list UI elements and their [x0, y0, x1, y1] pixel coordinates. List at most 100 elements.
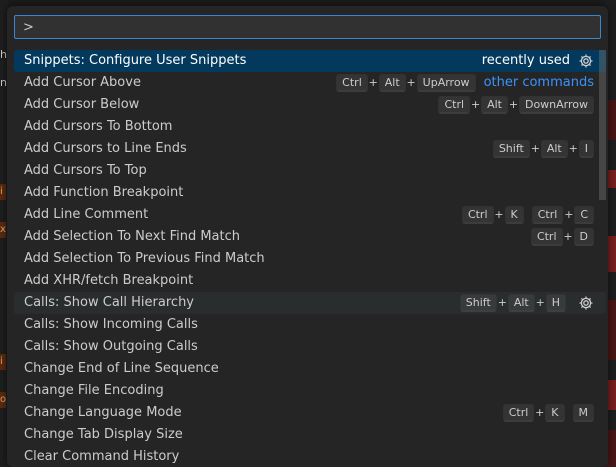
command-row[interactable]: Calls: Show Incoming Calls	[14, 314, 606, 336]
keybinding: M	[572, 404, 594, 422]
command-meta: Shift + Alt + H	[459, 292, 594, 314]
editor-highlight-mark: o	[0, 392, 6, 408]
command-row[interactable]: Change Language Mode Ctrl + K M	[14, 402, 606, 424]
key-cap: Shift	[492, 140, 530, 158]
key-separator: +	[530, 142, 540, 155]
command-row[interactable]: Snippets: Configure User Snippets recentl…	[14, 50, 606, 72]
recently-used-tag: recently used	[481, 53, 570, 68]
command-row[interactable]: Add Line Comment Ctrl + K Ctrl + C	[14, 204, 606, 226]
command-meta: Ctrl + Alt + DownArrow	[438, 94, 594, 116]
command-row[interactable]: Calls: Show Outgoing Calls	[14, 336, 606, 358]
key-separator: +	[563, 230, 573, 243]
command-row[interactable]: Change End of Line Sequence	[14, 358, 606, 380]
key-cap: K	[504, 206, 524, 224]
command-label: Snippets: Configure User Snippets	[24, 53, 247, 68]
command-label: Add Cursors to Line Ends	[24, 141, 187, 156]
keybinding: Ctrl + K	[502, 402, 565, 424]
command-row[interactable]: Clear Command History	[14, 446, 606, 467]
key-cap: Ctrl	[531, 206, 564, 224]
command-palette: Snippets: Configure User Snippets recentl…	[7, 6, 608, 467]
key-cap: DownArrow	[518, 96, 594, 114]
command-meta: Shift + Alt + I	[492, 138, 594, 160]
command-label: Calls: Show Outgoing Calls	[24, 339, 198, 354]
command-label: Add Cursors To Bottom	[24, 119, 173, 134]
gear-icon[interactable]	[578, 295, 594, 311]
key-cap: Alt	[481, 96, 508, 114]
command-row[interactable]: Add Cursors To Top	[14, 160, 606, 182]
key-separator: +	[497, 296, 507, 309]
command-list: Snippets: Configure User Snippets recentl…	[14, 50, 606, 467]
command-row[interactable]: Calls: Show Call Hierarchy Shift + Alt + H	[14, 292, 606, 314]
key-cap: Ctrl	[502, 404, 535, 422]
command-label: Calls: Show Call Hierarchy	[24, 295, 194, 310]
key-cap: H	[545, 294, 566, 312]
key-separator: +	[535, 296, 545, 309]
command-meta: Ctrl + K Ctrl + C	[461, 204, 594, 226]
key-cap: Alt	[540, 140, 568, 158]
key-cap: UpArrow	[416, 74, 476, 92]
key-cap: D	[573, 228, 594, 246]
key-cap: M	[572, 404, 594, 422]
command-label: Add Cursor Below	[24, 97, 140, 112]
key-separator: +	[508, 98, 519, 111]
command-label: Change File Encoding	[24, 383, 164, 398]
command-meta: recently used	[482, 50, 594, 72]
command-label: Add Line Comment	[24, 207, 149, 222]
command-row[interactable]: Change Tab Display Size	[14, 424, 606, 446]
command-label: Change End of Line Sequence	[24, 361, 219, 376]
command-row[interactable]: Add Selection To Previous Find Match	[14, 248, 606, 270]
scrollbar-thumb[interactable]	[599, 50, 606, 200]
key-cap: Ctrl	[530, 228, 563, 246]
key-separator: +	[368, 76, 378, 89]
command-input-box[interactable]	[14, 15, 601, 39]
command-row[interactable]: Add XHR/fetch Breakpoint	[14, 270, 606, 292]
command-input[interactable]	[15, 16, 600, 38]
key-cap: C	[574, 206, 594, 224]
keybinding: Ctrl + K	[461, 204, 524, 226]
keybinding: Shift + Alt + I	[492, 138, 594, 160]
editor-highlight-mark: i	[0, 354, 6, 370]
command-row[interactable]: Add Cursors to Line Ends Shift + Alt + I	[14, 138, 606, 160]
command-label: Calls: Show Incoming Calls	[24, 317, 198, 332]
key-cap: Ctrl	[461, 206, 494, 224]
key-cap: Alt	[378, 74, 406, 92]
command-label: Add Selection To Next Find Match	[24, 229, 241, 244]
gear-icon[interactable]	[578, 53, 594, 69]
editor-highlight-mark: x	[0, 222, 6, 238]
command-label: Change Tab Display Size	[24, 427, 183, 442]
command-label: Change Language Mode	[24, 405, 182, 420]
keybinding: Ctrl + Alt + UpArrow	[336, 72, 476, 94]
key-cap: K	[545, 404, 565, 422]
command-meta: Ctrl + K M	[502, 402, 594, 424]
command-label: Add Cursor Above	[24, 75, 141, 90]
command-row[interactable]: Add Cursor Below Ctrl + Alt + DownArrow	[14, 94, 606, 116]
command-row[interactable]: Add Cursors To Bottom	[14, 116, 606, 138]
command-row[interactable]: Change File Encoding	[14, 380, 606, 402]
command-row[interactable]: Add Function Breakpoint	[14, 182, 606, 204]
command-label: Add Selection To Previous Find Match	[24, 251, 265, 266]
command-row[interactable]: Add Cursor Above Ctrl + Alt + UpArrow other co…	[14, 72, 606, 94]
key-cap: Ctrl	[438, 96, 471, 114]
keybinding: Ctrl + D	[530, 226, 594, 248]
key-cap: Alt	[507, 294, 535, 312]
keybinding: Ctrl + Alt + DownArrow	[438, 94, 594, 116]
command-label: Add Cursors To Top	[24, 163, 147, 178]
command-label: Clear Command History	[24, 449, 180, 464]
key-separator: +	[564, 208, 574, 221]
key-separator: +	[535, 406, 545, 419]
command-label: Add Function Breakpoint	[24, 185, 184, 200]
editor-highlight-mark: i	[0, 184, 6, 200]
command-row[interactable]: Add Selection To Next Find Match Ctrl + D	[14, 226, 606, 248]
key-separator: +	[568, 142, 578, 155]
key-cap: I	[578, 140, 594, 158]
key-cap: Shift	[459, 294, 497, 312]
command-label: Add XHR/fetch Breakpoint	[24, 273, 194, 288]
key-separator: +	[470, 98, 481, 111]
key-separator: +	[494, 208, 504, 221]
command-meta: Ctrl + D	[530, 226, 594, 248]
other-commands-tag: other commands	[483, 75, 594, 90]
key-cap: Ctrl	[336, 74, 368, 92]
key-separator: +	[406, 76, 416, 89]
command-meta: Ctrl + Alt + UpArrow other commands	[336, 72, 594, 94]
keybinding: Ctrl + C	[531, 204, 594, 226]
